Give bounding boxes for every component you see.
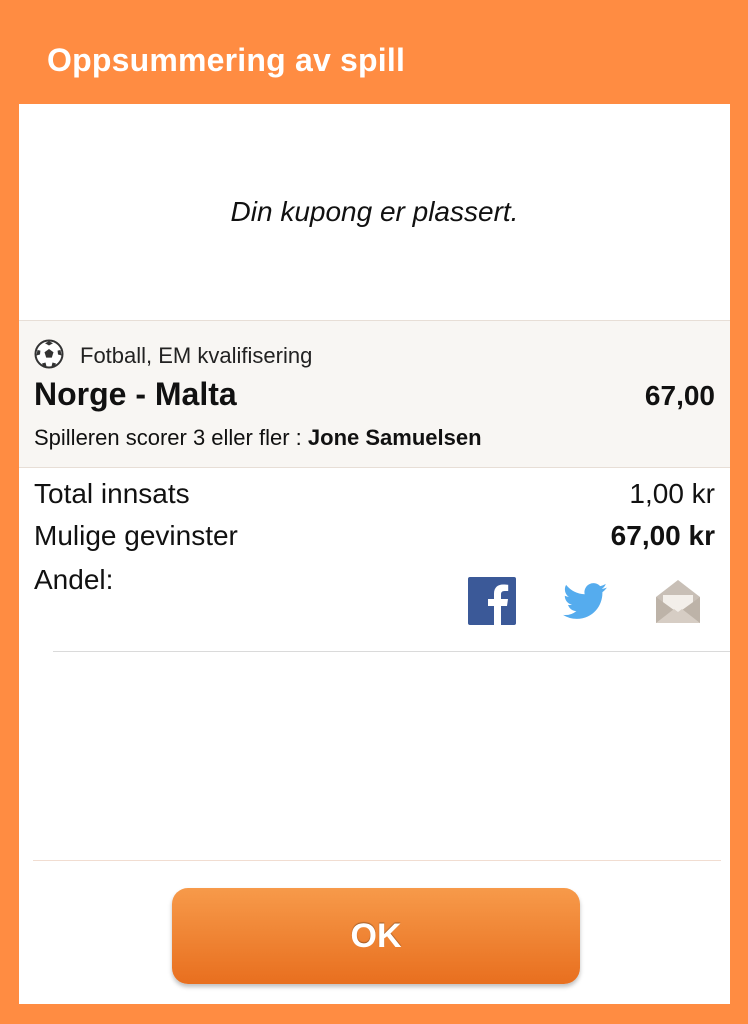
winnings-value: 67,00 kr	[610, 520, 715, 551]
facebook-icon[interactable]	[468, 577, 516, 625]
soccer-ball-icon	[34, 339, 64, 369]
divider	[53, 651, 730, 652]
ok-button[interactable]: OK	[172, 888, 580, 984]
match-title: Norge - Malta	[34, 376, 237, 412]
stake-label: Total innsats	[34, 478, 190, 509]
header-title: Oppsummering av spill	[47, 42, 406, 78]
divider	[33, 860, 721, 861]
email-icon[interactable]	[654, 577, 702, 625]
odds-value: 67,00	[644, 380, 715, 411]
bet-card: Fotball, EM kvalifisering Norge - Malta …	[19, 320, 730, 468]
market-label: Spilleren scorer 3 eller fler :	[34, 425, 302, 450]
stake-value: 1,00 kr	[629, 478, 715, 509]
summary-panel: Din kupong er plassert. Fotball, EM kval…	[19, 104, 730, 1004]
sport-label: Fotball, EM kvalifisering	[80, 343, 313, 368]
selection-line: Spilleren scorer 3 eller fler : Jone Sam…	[34, 425, 482, 451]
twitter-icon[interactable]	[561, 577, 609, 625]
winnings-label: Mulige gevinster	[34, 520, 238, 551]
player-name: Jone Samuelsen	[307, 425, 482, 450]
share-label: Andel:	[34, 564, 114, 595]
confirmation-message: Din kupong er plassert.	[230, 196, 519, 227]
